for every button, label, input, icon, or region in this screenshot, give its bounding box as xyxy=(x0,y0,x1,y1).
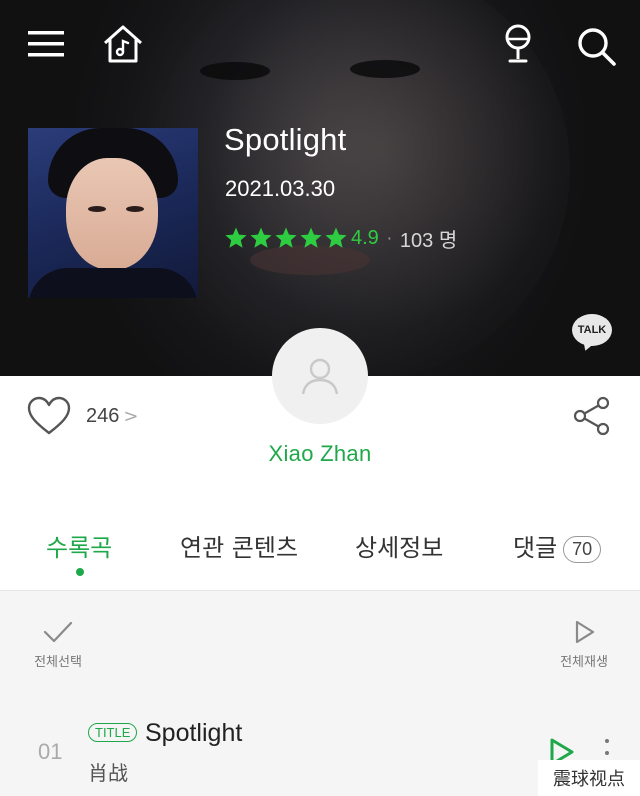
rating-separator: · xyxy=(386,228,392,248)
share-icon[interactable] xyxy=(572,396,612,436)
album-title: Spotlight xyxy=(224,122,347,157)
active-tab-indicator xyxy=(76,568,84,576)
hamburger-menu-icon[interactable] xyxy=(26,26,66,62)
cover-photo-detail xyxy=(66,158,158,270)
play-all-button[interactable]: 전체재생 xyxy=(552,619,616,670)
star-icon xyxy=(225,227,247,248)
rating-count: 103 명 xyxy=(399,229,458,252)
chevron-right-icon: > xyxy=(123,405,139,427)
play-outline-icon xyxy=(575,620,595,644)
rating-stars xyxy=(224,226,348,250)
heart-icon xyxy=(27,396,71,435)
home-music-icon[interactable] xyxy=(100,22,146,66)
star-icon xyxy=(250,227,272,248)
cover-photo-detail xyxy=(126,206,144,212)
artist-avatar[interactable] xyxy=(272,328,368,424)
title-track-badge: TITLE xyxy=(88,723,138,742)
tab-comments[interactable]: 댓글 70 xyxy=(513,528,602,563)
search-icon[interactable] xyxy=(574,24,618,68)
star-icon xyxy=(275,227,297,248)
microphone-icon[interactable] xyxy=(500,22,536,66)
person-icon xyxy=(301,358,339,395)
kakao-talk-share-button[interactable]: TALK xyxy=(572,314,612,354)
tab-tracklist[interactable]: 수록곡 xyxy=(46,528,112,563)
artist-name-link[interactable]: Xiao Zhan xyxy=(0,441,640,467)
select-all-button[interactable]: 전체선택 xyxy=(26,619,90,670)
background-photo-detail xyxy=(350,60,420,78)
star-icon xyxy=(300,227,322,248)
tab-related-content[interactable]: 연관 콘텐츠 xyxy=(180,528,298,563)
cover-photo-detail xyxy=(88,206,106,212)
rating-row[interactable]: 4.9 · 103 명 xyxy=(224,224,457,252)
track-number: 01 xyxy=(38,739,63,764)
tab-comments-label: 댓글 xyxy=(513,534,558,562)
like-count: 246 xyxy=(86,404,120,427)
rating-value: 4.9 xyxy=(351,226,379,249)
tab-details[interactable]: 상세정보 xyxy=(355,528,443,563)
checkmark-icon xyxy=(43,621,73,643)
star-icon xyxy=(325,227,347,248)
background-photo-detail xyxy=(200,62,270,80)
comment-count-badge: 70 xyxy=(563,535,602,563)
track-title: Spotlight xyxy=(145,719,243,747)
content-tabs: 수록곡 연관 콘텐츠 상세정보 댓글 70 xyxy=(0,520,640,580)
watermark: 震球视点 xyxy=(538,760,640,796)
cover-photo-detail xyxy=(28,268,198,298)
play-all-label: 전체재생 xyxy=(560,655,608,670)
like-button[interactable]: 246 > xyxy=(26,396,138,436)
album-cover-image[interactable] xyxy=(28,128,198,298)
talk-icon: TALK xyxy=(572,314,612,346)
release-date: 2021.03.30 xyxy=(225,176,336,201)
track-artist: 肖战 xyxy=(88,761,128,785)
select-all-label: 전체선택 xyxy=(34,655,82,670)
